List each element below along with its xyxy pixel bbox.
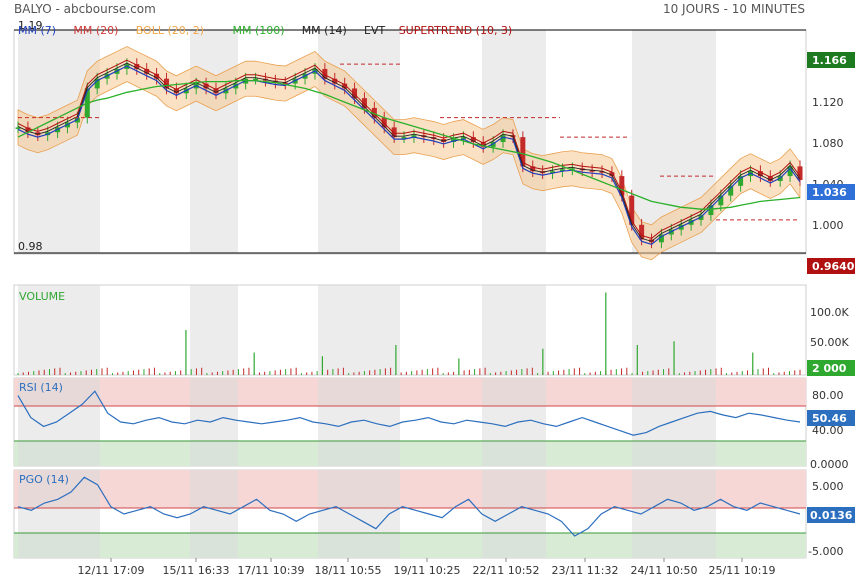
session-shade — [190, 285, 238, 375]
rsi-title: RSI (14) — [19, 381, 63, 394]
legend-item: MM (20) — [73, 24, 118, 37]
pgo-badge: 0.0136 — [810, 509, 853, 522]
session-shade — [632, 378, 716, 466]
pgo-tick: 5.000 — [812, 480, 844, 493]
x-tick-label: 15/11 16:33 — [163, 564, 230, 577]
last-badge: 1.036 — [812, 186, 847, 199]
session-shade — [190, 378, 238, 466]
session-shade — [482, 285, 546, 375]
x-tick-label: 17/11 10:39 — [238, 564, 305, 577]
volume-badge: 2 000 — [812, 362, 847, 375]
rsi-tick: 0.0000 — [810, 458, 849, 471]
pgo-panel: PGO (14) — [13, 469, 807, 559]
price-panel: 1.19 0.98 MM (7) MM (20) BOLL (20, 2) MM (1… — [13, 19, 807, 261]
price-low-label: 0.98 — [18, 240, 43, 253]
price-tick: 1.080 — [812, 137, 844, 150]
volume-panel: VOLUME — [13, 284, 807, 376]
x-tick-label: 22/11 10:52 — [473, 564, 540, 577]
high-badge: 1.166 — [812, 54, 847, 67]
session-shade — [190, 30, 238, 254]
session-shade — [318, 470, 400, 558]
volume-axis: 100.0K 50.00K 2 000 — [807, 306, 855, 376]
low-badge: 0.9640 — [812, 260, 855, 273]
x-tick-label: 24/11 10:50 — [631, 564, 698, 577]
period-label: 10 JOURS - 10 MINUTES — [663, 2, 805, 16]
rsi-panel: RSI (14) — [13, 377, 807, 467]
x-tick-label: 25/11 10:19 — [709, 564, 776, 577]
x-tick-label: 19/11 10:25 — [394, 564, 461, 577]
volume-tick: 100.0K — [810, 306, 849, 319]
rsi-badge: 50.46 — [812, 412, 847, 425]
volume-tick: 50.00K — [810, 336, 849, 349]
x-axis: 12/11 17:09 15/11 16:33 17/11 10:39 18/11 1… — [78, 558, 776, 577]
session-shade — [482, 470, 546, 558]
volume-title: VOLUME — [19, 290, 65, 303]
x-tick-label: 18/11 10:55 — [315, 564, 382, 577]
pgo-axis: 5.000 -5.000 0.0136 — [807, 480, 855, 558]
session-shade — [632, 470, 716, 558]
legend-item: MM (100) — [233, 24, 285, 37]
rsi-axis: 80.00 40.00 0.0000 50.46 — [807, 389, 855, 471]
price-tick: 1.120 — [812, 96, 844, 109]
rsi-tick: 80.00 — [812, 389, 844, 402]
pgo-title: PGO (14) — [19, 473, 69, 486]
legend-item: MM (7) — [18, 24, 56, 37]
legend-item: SUPERTREND (10, 3) — [399, 24, 513, 37]
chart-title: BALYO - abcbourse.com — [14, 2, 156, 16]
legend-item: EVT — [364, 24, 385, 37]
session-shade — [318, 378, 400, 466]
legend-item: BOLL (20, 2) — [136, 24, 204, 37]
price-axis: 1.120 1.080 1.040 1.000 1.166 1.036 0.96… — [807, 52, 855, 274]
x-tick-label: 12/11 17:09 — [78, 564, 145, 577]
price-legend: MM (7) MM (20) BOLL (20, 2) MM (100) MM (14)… — [18, 24, 512, 37]
stock-chart: BALYO - abcbourse.com 10 JOURS - 10 MINU… — [13, 2, 855, 577]
session-shade — [318, 285, 400, 375]
legend-item: MM (14) — [302, 24, 347, 37]
price-tick: 1.000 — [812, 219, 844, 232]
pgo-tick: -5.000 — [808, 545, 843, 558]
x-tick-label: 23/11 11:32 — [552, 564, 619, 577]
